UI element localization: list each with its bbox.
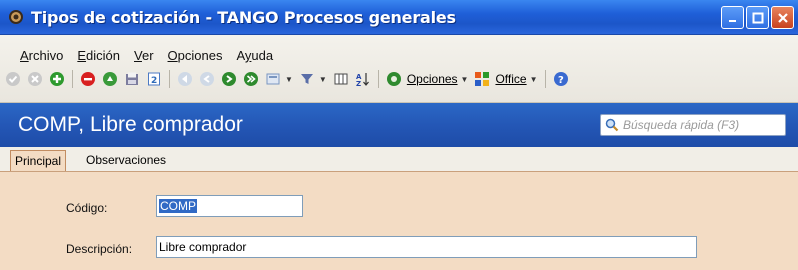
minimize-button[interactable] [721, 6, 744, 29]
export-icon[interactable]: 2 [145, 70, 163, 88]
svg-text:?: ? [558, 75, 564, 86]
view-dropdown-icon[interactable]: ▼ [285, 75, 293, 84]
help-icon[interactable]: ? [552, 70, 570, 88]
close-button[interactable] [771, 6, 794, 29]
add-icon[interactable] [48, 70, 66, 88]
previous-icon[interactable] [198, 70, 216, 88]
app-icon[interactable] [7, 8, 25, 26]
search-icon [605, 118, 619, 132]
codigo-field[interactable]: COMP [156, 195, 303, 217]
menu-archivo[interactable]: Archivo [20, 48, 63, 66]
menu-ver[interactable]: Ver [134, 48, 154, 66]
delete-icon[interactable] [79, 70, 97, 88]
toolbar-separator [72, 70, 73, 88]
tab-strip: Principal Observaciones [0, 147, 798, 172]
office-label: Office [495, 72, 527, 86]
record-title: COMP, Libre comprador [18, 113, 243, 136]
record-header: COMP, Libre comprador Búsqueda rápida (F… [0, 103, 798, 147]
next-icon[interactable] [220, 70, 238, 88]
codigo-label: Código: [66, 201, 108, 215]
close-icon [777, 12, 788, 23]
view-icon[interactable] [264, 70, 282, 88]
toolbar-separator [544, 70, 546, 88]
save-icon[interactable] [123, 70, 141, 88]
office-dropdown-icon[interactable]: ▼ [530, 75, 538, 84]
toolbar-separator [377, 70, 379, 88]
menu-bar: Archivo Edición Ver Opciones Ayuda [0, 48, 287, 66]
toolbar-separator [169, 70, 170, 88]
filter-dropdown-icon[interactable]: ▼ [319, 75, 327, 84]
menu-ayuda[interactable]: Ayuda [236, 48, 273, 66]
descripcion-field[interactable]: Libre comprador [156, 236, 697, 258]
quick-search-placeholder: Búsqueda rápida (F3) [623, 118, 740, 132]
options-label: Opciones [406, 72, 458, 86]
maximize-button[interactable] [746, 6, 769, 29]
toolbar: 2 ▼ ▼ AZ Opciones ▼ Office ▼ ? [2, 66, 572, 92]
tab-principal-label: Principal [15, 154, 62, 168]
codigo-value: COMP [159, 199, 197, 213]
svg-text:2: 2 [151, 76, 157, 86]
descripcion-label: Descripción: [66, 242, 133, 256]
svg-text:Z: Z [356, 80, 361, 87]
filter-icon[interactable] [298, 70, 316, 88]
descripcion-value: Libre comprador [159, 240, 247, 254]
tab-principal[interactable]: Principal [10, 150, 67, 171]
window-title: Tipos de cotización - TANGO Procesos gen… [31, 7, 456, 27]
maximize-icon [752, 12, 763, 23]
title-bar: Tipos de cotización - TANGO Procesos gen… [0, 0, 798, 35]
options-icon[interactable] [385, 70, 403, 88]
quick-search-input[interactable]: Búsqueda rápida (F3) [600, 114, 786, 136]
columns-icon[interactable] [332, 70, 350, 88]
modify-icon[interactable] [101, 70, 119, 88]
tab-observaciones[interactable]: Observaciones [82, 150, 170, 171]
options-button[interactable]: Opciones [407, 72, 458, 86]
office-icon[interactable] [473, 70, 491, 88]
office-button[interactable]: Office [495, 72, 526, 86]
sort-icon[interactable]: AZ [354, 70, 372, 88]
first-icon[interactable] [176, 70, 194, 88]
last-icon[interactable] [242, 70, 260, 88]
menu-edicion[interactable]: Edición [77, 48, 120, 66]
minimize-icon [728, 19, 736, 22]
tab-observaciones-label: Observaciones [86, 153, 167, 167]
menu-opciones[interactable]: Opciones [168, 48, 223, 66]
confirm-icon[interactable] [4, 70, 22, 88]
options-dropdown-icon[interactable]: ▼ [461, 75, 469, 84]
cancel-icon[interactable] [26, 70, 44, 88]
